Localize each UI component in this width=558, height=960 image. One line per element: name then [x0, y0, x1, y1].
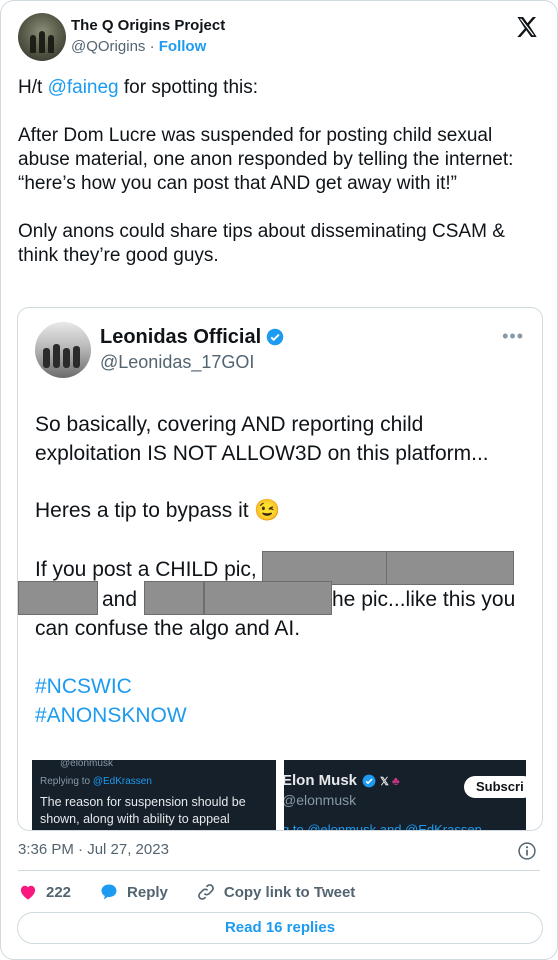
redaction-box [18, 581, 98, 615]
author-avatar[interactable] [18, 13, 66, 61]
nested-screenshot-right: Elon Musk 𝕏 ♣ @elonmusk Subscri g to @elon… [284, 760, 526, 831]
nested-left-handle: @elonmusk [60, 760, 113, 769]
screenshot-author-name: Leonidas Official [100, 326, 284, 349]
screenshot-line-2: exploitation IS NOT ALLOW3D on this plat… [35, 442, 489, 465]
tweet-actions: 222 Reply Copy link to Tweet [18, 881, 355, 903]
verified-badge-icon [362, 774, 376, 788]
tweet-media-image[interactable]: Leonidas Official @Leonidas_17GOI ••• So… [17, 307, 543, 831]
author-handle[interactable]: @QOrigins [71, 38, 145, 55]
redaction-box [144, 581, 204, 615]
screenshot-author-handle: @Leonidas_17GOI [100, 352, 255, 372]
nested-right-name: Elon Musk 𝕏 ♣ [284, 772, 400, 789]
tweet-body-text: After Dom Lucre was suspended for postin… [18, 125, 514, 266]
nested-right-name-text: Elon Musk [284, 772, 358, 789]
heart-icon [20, 885, 36, 900]
screenshot-line-6: can confuse the algo and AI. [35, 617, 301, 640]
tweet-timestamp[interactable]: 3:36 PM · Jul 27, 2023 [18, 841, 169, 858]
verified-badge-icon [266, 328, 284, 346]
separator: · [149, 38, 155, 55]
x-badge-icon: 𝕏 [380, 776, 389, 788]
reply-button[interactable]: Reply [99, 882, 168, 902]
screenshot-line-5b: he pic...like this you [332, 588, 516, 611]
link-icon [198, 884, 214, 900]
nested-subscribe-button: Subscri [464, 776, 526, 798]
tweet-mention-link[interactable]: @faineg [48, 77, 119, 98]
nested-right-reply-line: g to @elonmusk and @EdKrassen [284, 822, 482, 831]
screenshot-hashtag-2: #ANONSKNOW [35, 704, 187, 727]
nested-left-replying-mention: @EdKrassen [92, 776, 152, 787]
follow-button[interactable]: Follow [159, 38, 207, 55]
screenshot-hashtag-1: #NCSWIC [35, 675, 132, 698]
tweet-text: H/t @faineg for spotting this: After Dom… [18, 76, 546, 268]
tweet-after-mention-text: for spotting this: [118, 77, 259, 98]
nested-left-text-1: The reason for suspension should be [40, 795, 246, 809]
screenshot-line-3: Heres a tip to bypass it 😉 [35, 499, 281, 522]
nested-left-replying: Replying to @EdKrassen [40, 776, 152, 787]
reply-label: Reply [127, 883, 168, 901]
author-display-name[interactable]: The Q Origins Project [71, 17, 225, 34]
affiliate-badge-icon: ♣ [391, 774, 400, 788]
screenshot-avatar [35, 322, 91, 378]
nested-left-replying-prefix: Replying to [40, 776, 93, 787]
like-count: 222 [46, 883, 72, 901]
screenshot-author-name-text: Leonidas Official [100, 326, 262, 348]
redaction-box [262, 551, 387, 585]
info-icon[interactable] [517, 841, 537, 861]
author-handle-line: @QOrigins · Follow [71, 38, 206, 55]
embedded-tweet-card: The Q Origins Project @QOrigins · Follow… [0, 0, 558, 960]
tweet-lead-text: H/t [18, 77, 48, 98]
nested-left-text-2: shown, along with ability to appeal [40, 812, 230, 826]
like-button[interactable]: 222 [18, 882, 71, 902]
nested-screenshot-left: @elonmusk Replying to @EdKrassen The rea… [32, 760, 276, 830]
nested-right-handle: @elonmusk [284, 792, 357, 808]
copy-link-button[interactable]: Copy link to Tweet [196, 882, 355, 902]
redaction-box [386, 551, 514, 585]
more-icon: ••• [502, 326, 524, 346]
read-replies-button[interactable]: Read 16 replies [17, 912, 543, 944]
reply-bubble-icon [101, 884, 117, 900]
screenshot-line-1: So basically, covering AND reporting chi… [35, 413, 424, 436]
redaction-box [204, 581, 332, 615]
x-logo-icon[interactable] [515, 15, 539, 39]
copy-link-label: Copy link to Tweet [223, 883, 356, 901]
divider [18, 870, 540, 871]
